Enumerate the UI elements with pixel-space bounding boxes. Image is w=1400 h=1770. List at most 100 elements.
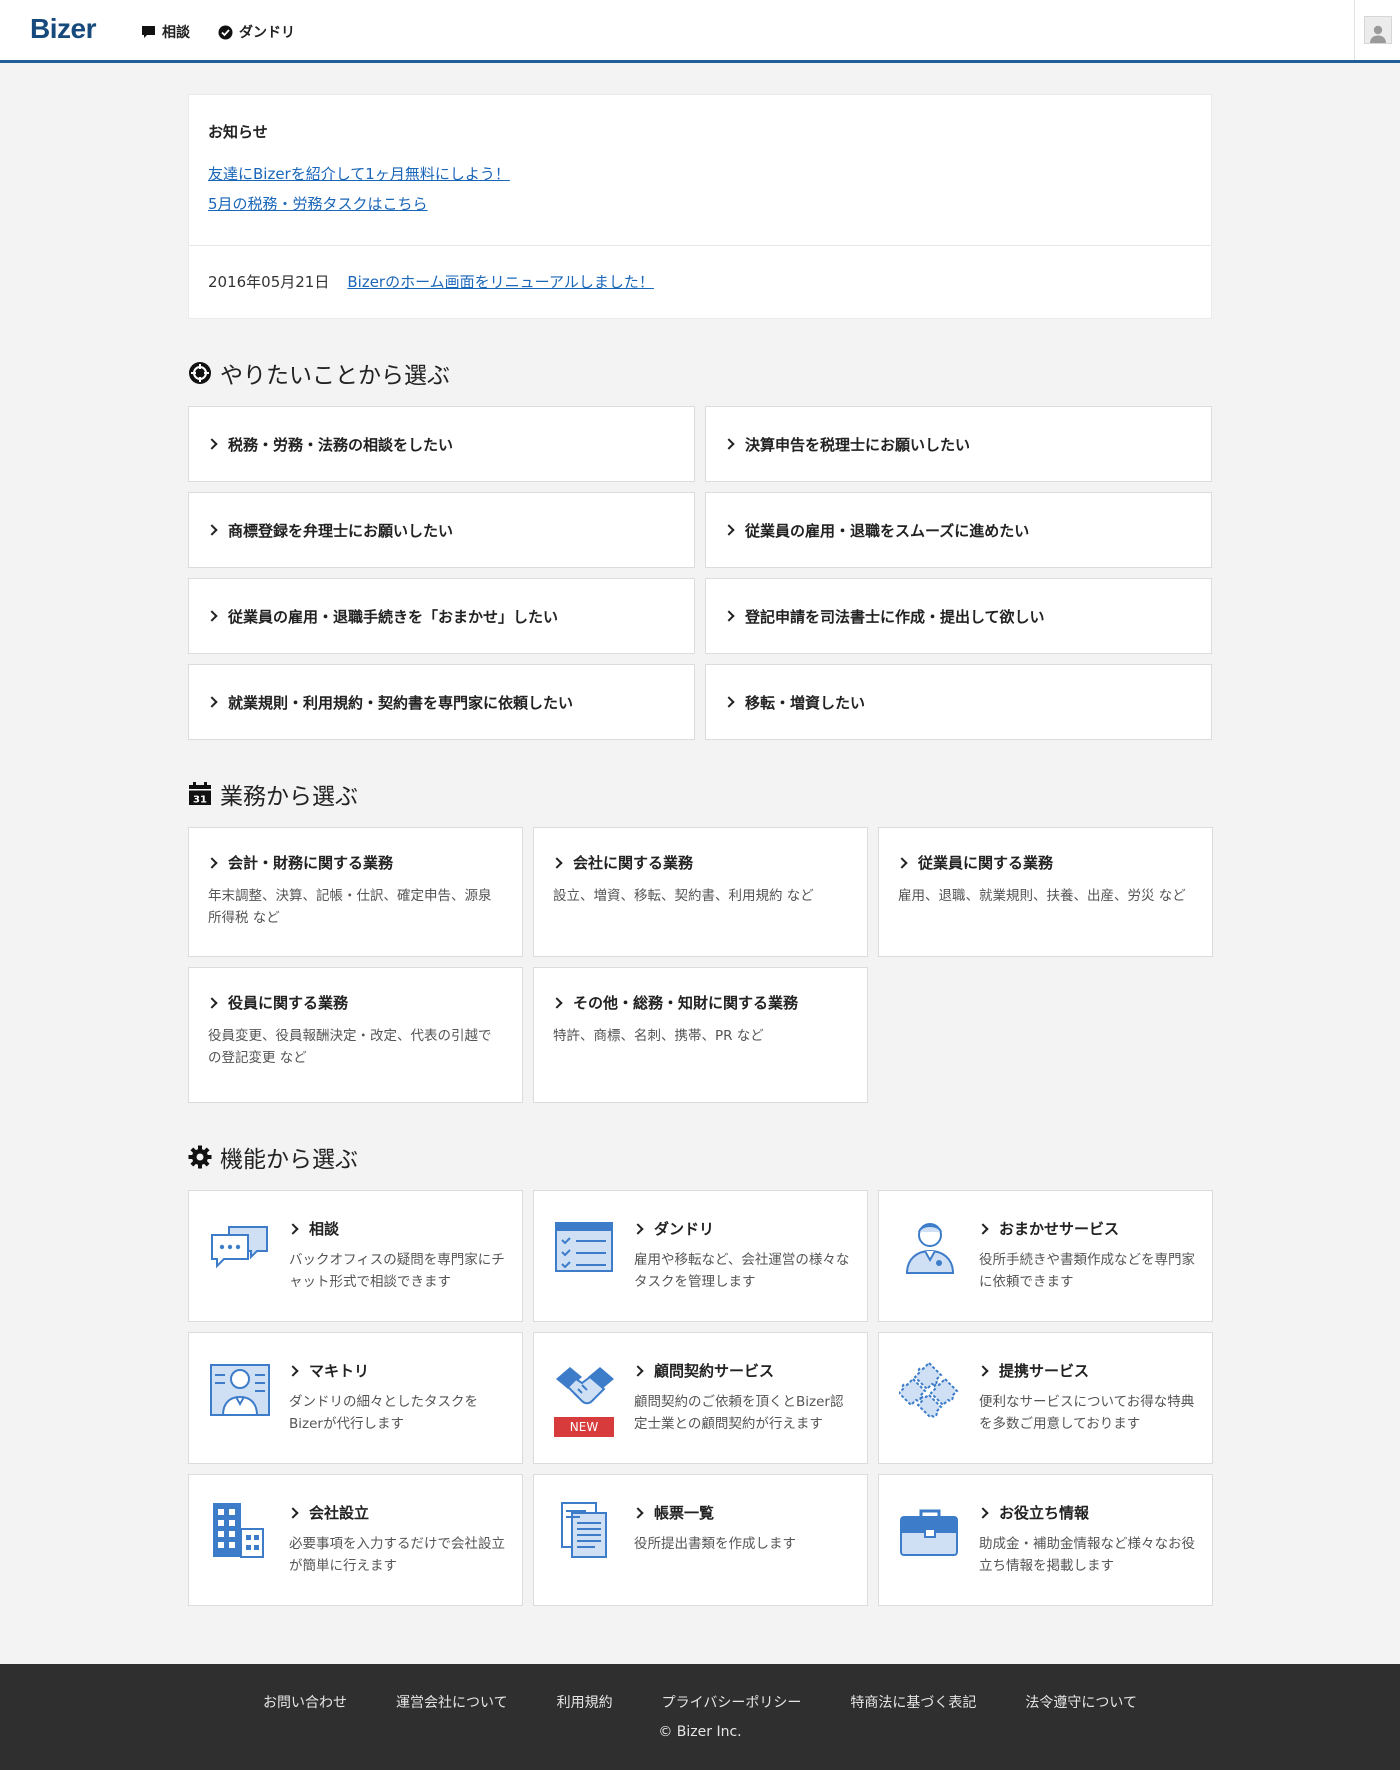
want-item-relocation[interactable]: 移転・増資したい (705, 664, 1212, 740)
want-item-label: 移転・増資したい (745, 693, 866, 712)
want-item-consult[interactable]: 税務・労務・法務の相談をしたい (188, 406, 695, 482)
want-item-label: 決算申告を税理士にお願いしたい (745, 435, 971, 454)
news-date: 2016年05月21日 (208, 273, 330, 291)
professional-person-icon (899, 1217, 961, 1277)
user-avatar-icon[interactable] (1363, 16, 1392, 44)
footer-link-compliance[interactable]: 法令遵守について (1025, 1692, 1137, 1712)
nav-consult[interactable]: 相談 (141, 22, 190, 42)
chat-bubbles-icon (209, 1217, 271, 1277)
notice-link-may-tasks[interactable]: 5月の税務・労務タスクはこちら (208, 189, 1192, 219)
chevron-right-icon (206, 996, 218, 1009)
nav-dandori-label: ダンドリ (239, 25, 295, 41)
chevron-right-icon (723, 696, 735, 708)
feature-item-consult[interactable]: 相談 バックオフィスの疑問を専門家にチャット形式で相談できます (188, 1190, 523, 1322)
feature-item-useful-info[interactable]: お役立ち情報 助成金・補助金情報など様々なお役立ち情報を掲載します (878, 1474, 1213, 1606)
work-section-heading: 31 業務から選ぶ (188, 779, 1212, 810)
assistant-person-icon (209, 1359, 271, 1419)
chevron-right-icon (723, 524, 735, 536)
work-item-desc: 雇用、退職、就業規則、扶養、出産、労災 など (898, 888, 1186, 904)
feature-item-incorporation[interactable]: 会社設立 必要事項を入力するだけで会社設立が簡単に行えます (188, 1474, 523, 1606)
feature-item-title: マキトリ (309, 1362, 370, 1380)
work-item-company[interactable]: 会社に関する業務 設立、増資、移転、契約書、利用規約 など (533, 827, 868, 957)
chat-bubble-icon (141, 25, 156, 39)
work-item-title: 役員に関する業務 (228, 994, 349, 1012)
want-section-title: やりたいことから選ぶ (220, 363, 450, 389)
chevron-right-icon (206, 610, 218, 622)
work-item-desc: 特許、商標、名刺、携帯、PR など (553, 1028, 764, 1044)
notice-panel: お知らせ 友達にBizerを紹介して1ヶ月無料にしよう！ 5月の税務・労務タスク… (188, 94, 1212, 319)
work-item-officers[interactable]: 役員に関する業務 役員変更、役員報酬決定・改定、代表の引越での登記変更 など (188, 967, 523, 1103)
footer-link-privacy[interactable]: プライバシーポリシー (662, 1692, 802, 1712)
chevron-right-icon (977, 1506, 989, 1519)
want-item-tax-filing[interactable]: 決算申告を税理士にお願いしたい (705, 406, 1212, 482)
feature-item-title: お役立ち情報 (999, 1504, 1090, 1522)
want-item-omakase[interactable]: 従業員の雇用・退職手続きを「おまかせ」したい (188, 578, 695, 654)
feature-item-title: 相談 (309, 1220, 340, 1238)
feature-item-desc: 便利なサービスについてお得な特典を多数ご用意しております (979, 1394, 1195, 1432)
footer-link-company[interactable]: 運営会社について (396, 1692, 508, 1712)
work-item-employees[interactable]: 従業員に関する業務 雇用、退職、就業規則、扶養、出産、労災 など (878, 827, 1213, 957)
chevron-right-icon (632, 1506, 644, 1519)
work-item-desc: 役員変更、役員報酬決定・改定、代表の引越での登記変更 など (208, 1028, 492, 1066)
checklist-icon (554, 1217, 616, 1277)
chevron-right-icon (206, 438, 218, 450)
feature-item-desc: 顧問契約のご依頼を頂くとBizer認定士業との顧問契約が行えます (634, 1394, 844, 1432)
chevron-right-icon (977, 1222, 989, 1235)
feature-list: 相談 バックオフィスの疑問を専門家にチャット形式で相談できます ダンドリ 雇用や… (188, 1190, 1213, 1606)
chevron-right-icon (551, 996, 563, 1009)
nav-dandori[interactable]: ダンドリ (218, 22, 295, 42)
feature-item-dandori[interactable]: ダンドリ 雇用や移転など、会社運営の様々なタスクを管理します (533, 1190, 868, 1322)
work-item-desc: 年末調整、決算、記帳・仕訳、確定申告、源泉所得税 など (208, 888, 492, 926)
work-item-accounting[interactable]: 会計・財務に関する業務 年末調整、決算、記帳・仕訳、確定申告、源泉所得税 など (188, 827, 523, 957)
feature-item-advisory[interactable]: NEW 顧問契約サービス 顧問契約のご依頼を頂くとBizer認定士業との顧問契約… (533, 1332, 868, 1464)
work-section-title: 業務から選ぶ (220, 784, 358, 810)
news-link[interactable]: Bizerのホーム画面をリニューアルしました！ (347, 271, 654, 292)
chevron-right-icon (206, 524, 218, 536)
chevron-right-icon (723, 610, 735, 622)
check-circle-icon (218, 25, 233, 40)
feature-section-title: 機能から選ぶ (220, 1147, 358, 1173)
footer-link-contact[interactable]: お問い合わせ (263, 1692, 347, 1712)
want-item-label: 就業規則・利用規約・契約書を専門家に依頼したい (228, 693, 574, 712)
chevron-right-icon (632, 1222, 644, 1235)
building-icon (209, 1501, 271, 1561)
feature-item-desc: 必要事項を入力するだけで会社設立が簡単に行えます (289, 1536, 505, 1574)
puzzle-icon (897, 1359, 961, 1419)
new-badge: NEW (554, 1417, 614, 1437)
want-section-heading: やりたいことから選ぶ (188, 358, 1212, 389)
chevron-right-icon (896, 856, 908, 869)
notice-link-referral[interactable]: 友達にBizerを紹介して1ヶ月無料にしよう！ (208, 159, 1192, 189)
bizer-logo[interactable]: Bizer (30, 13, 96, 45)
top-header: Bizer 相談 ダンドリ (0, 0, 1400, 63)
want-item-registration[interactable]: 登記申請を司法書士に作成・提出して欲しい (705, 578, 1212, 654)
main-content: お知らせ 友達にBizerを紹介して1ヶ月無料にしよう！ 5月の税務・労務タスク… (188, 94, 1213, 1606)
feature-section-heading: 機能から選ぶ (188, 1142, 1212, 1173)
work-item-title: 会社に関する業務 (573, 854, 694, 872)
chevron-right-icon (723, 438, 735, 450)
svg-text:31: 31 (193, 795, 207, 806)
feature-item-desc: 役所提出書類を作成します (634, 1536, 796, 1552)
feature-item-desc: 役所手続きや書類作成などを専門家に依頼できます (979, 1252, 1195, 1290)
feature-item-partner[interactable]: 提携サービス 便利なサービスについてお得な特典を多数ご用意しております (878, 1332, 1213, 1464)
work-item-title: 会計・財務に関する業務 (228, 854, 394, 872)
feature-item-desc: 助成金・補助金情報など様々なお役立ち情報を掲載します (979, 1536, 1195, 1574)
want-item-label: 商標登録を弁理士にお願いしたい (228, 521, 454, 540)
user-menu[interactable] (1354, 0, 1400, 60)
footer-link-tokushoho[interactable]: 特商法に基づく表記 (850, 1692, 976, 1712)
feature-item-makitori[interactable]: マキトリ ダンドリの細々としたタスクをBizerが代行します (188, 1332, 523, 1464)
feature-item-desc: バックオフィスの疑問を専門家にチャット形式で相談できます (289, 1252, 505, 1290)
want-item-employment[interactable]: 従業員の雇用・退職をスムーズに進めたい (705, 492, 1212, 568)
want-item-contracts[interactable]: 就業規則・利用規約・契約書を専門家に依頼したい (188, 664, 695, 740)
work-item-other[interactable]: その他・総務・知財に関する業務 特許、商標、名刺、携帯、PR など (533, 967, 868, 1103)
target-icon (188, 361, 212, 385)
chevron-right-icon (287, 1364, 299, 1377)
want-item-label: 従業員の雇用・退職手続きを「おまかせ」したい (228, 607, 559, 626)
want-item-trademark[interactable]: 商標登録を弁理士にお願いしたい (188, 492, 695, 568)
want-item-label: 登記申請を司法書士に作成・提出して欲しい (745, 607, 1045, 626)
documents-icon (554, 1501, 616, 1561)
feature-item-title: 会社設立 (309, 1504, 370, 1522)
feature-item-omakase[interactable]: おまかせサービス 役所手続きや書類作成などを専門家に依頼できます (878, 1190, 1213, 1322)
feature-item-forms[interactable]: 帳票一覧 役所提出書類を作成します (533, 1474, 868, 1606)
copyright: © Bizer Inc. (658, 1724, 742, 1740)
footer-link-terms[interactable]: 利用規約 (557, 1692, 613, 1712)
